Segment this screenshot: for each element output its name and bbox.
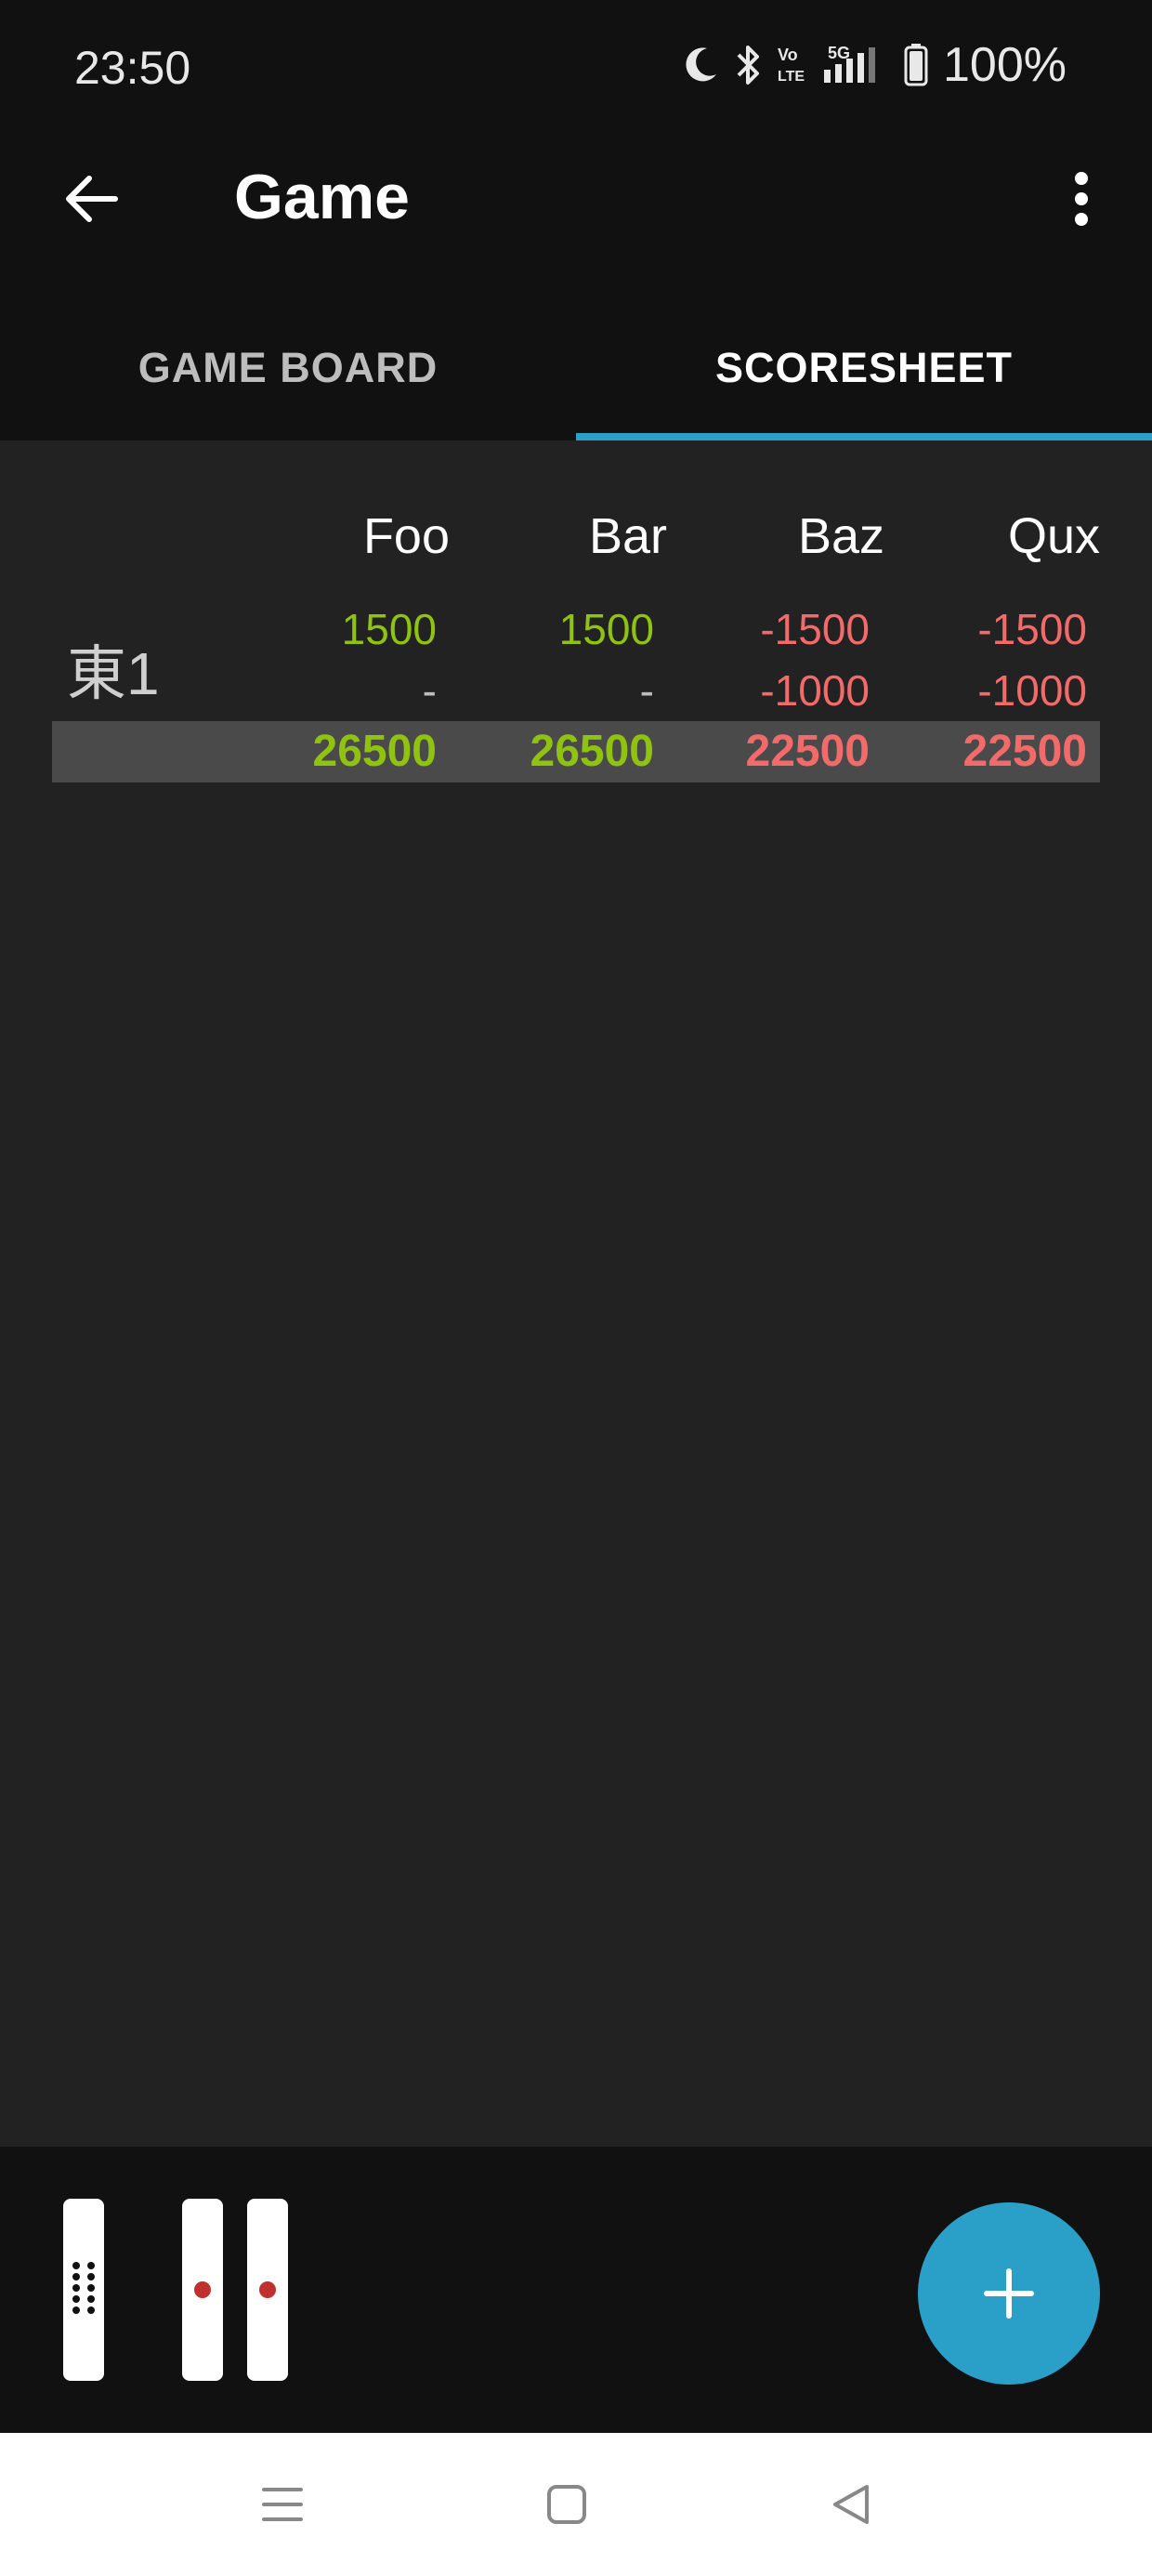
score-change-cell: 1500: [341, 605, 437, 653]
arrow-left-icon: [66, 176, 118, 222]
total-cell: 22500: [745, 727, 870, 776]
moon-icon: [686, 47, 716, 82]
back-nav-button[interactable]: [814, 2470, 888, 2539]
thousand-point-stick-icon[interactable]: [63, 2199, 104, 2381]
home-icon: [547, 2485, 586, 2524]
score-change-cell: -1500: [977, 605, 1087, 653]
riichi-cell: -: [422, 666, 437, 715]
stick-red-dot-icon: [259, 2281, 276, 2298]
riichi-cell: -1000: [760, 666, 870, 715]
back-button[interactable]: [52, 160, 130, 238]
stick-dots-icon: [72, 2262, 95, 2314]
battery-icon: [904, 44, 928, 86]
riichi-cell: -1000: [977, 666, 1087, 715]
player-name: Qux: [1007, 508, 1100, 564]
stick-red-dot-icon: [194, 2281, 211, 2298]
system-nav-bar: [0, 2433, 1152, 2576]
total-cell: 26500: [312, 727, 437, 776]
total-row[interactable]: 26500 26500 22500 22500: [52, 721, 1100, 782]
svg-text:Vo: Vo: [778, 46, 798, 64]
page-title: Game: [234, 162, 410, 232]
5g-signal-icon: 5G: [824, 44, 875, 83]
screen: 23:50 Vo LTE 5G 100% Game GAME BOARD SCO…: [0, 0, 1152, 2576]
hundred-point-stick-icon[interactable]: [182, 2199, 223, 2381]
player-header-row: Foo Bar Baz Qux: [0, 507, 1152, 572]
volte-icon: Vo LTE: [778, 46, 805, 85]
player-name: Foo: [362, 508, 450, 564]
riichi-cell: -: [639, 666, 654, 715]
status-icons: Vo LTE 5G 100%: [683, 37, 1067, 93]
tab-scoresheet-label: SCORESHEET: [714, 344, 1014, 391]
more-vert-icon: [1075, 172, 1088, 226]
more-options-button[interactable]: [1048, 160, 1115, 238]
score-change-row[interactable]: 1500 1500 -1500 -1500: [0, 598, 1152, 660]
battery-percentage: 100%: [943, 38, 1067, 92]
tab-game-board[interactable]: GAME BOARD: [0, 296, 576, 440]
tab-scoresheet[interactable]: SCORESHEET: [576, 296, 1152, 440]
bluetooth-icon: [737, 46, 759, 85]
score-change-cell: 1500: [558, 605, 654, 653]
scoresheet: Foo Bar Baz Qux 東1 1500 1500 -1500 -1500…: [0, 440, 1152, 2147]
player-name: Bar: [588, 508, 667, 564]
app-bar: Game: [0, 139, 1152, 251]
back-triangle-icon: [833, 2485, 869, 2524]
status-bar: 23:50 Vo LTE 5G 100%: [0, 0, 1152, 139]
total-cell: 26500: [530, 727, 654, 776]
recents-icon: [262, 2488, 303, 2521]
svg-text:LTE: LTE: [778, 69, 805, 85]
home-button[interactable]: [530, 2470, 604, 2539]
status-time: 23:50: [74, 42, 191, 94]
active-tab-indicator: [576, 433, 1152, 440]
hundred-point-stick-icon[interactable]: [247, 2199, 288, 2381]
add-round-button[interactable]: [918, 2202, 1100, 2385]
plus-icon: [984, 2268, 1034, 2319]
score-change-cell: -1500: [760, 605, 870, 653]
riichi-row[interactable]: - - -1000 -1000: [0, 660, 1152, 721]
bottom-bar: [0, 2147, 1152, 2433]
recents-button[interactable]: [245, 2470, 320, 2539]
total-cell: 22500: [962, 727, 1087, 776]
tab-game-board-label: GAME BOARD: [137, 344, 439, 391]
tab-bar: GAME BOARD SCORESHEET: [0, 296, 1152, 440]
player-name: Baz: [797, 508, 884, 564]
